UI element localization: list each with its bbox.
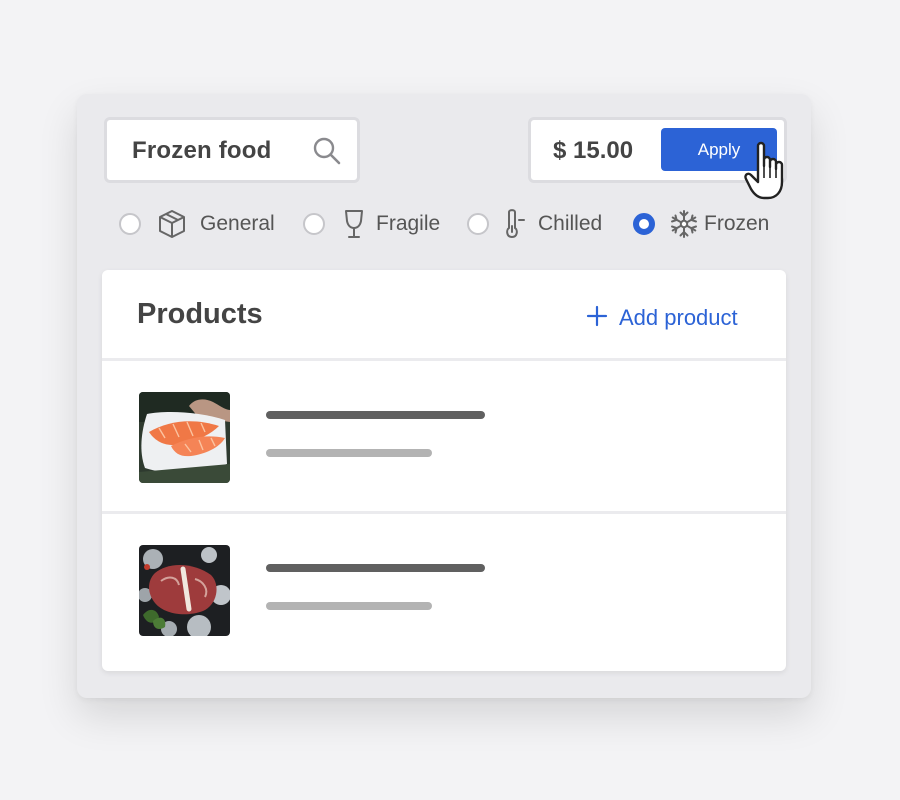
list-item[interactable] [102, 361, 786, 511]
radio-fragile[interactable] [303, 213, 325, 235]
category-radio-group: General Fragile Chilled Frozen [118, 205, 788, 243]
category-general[interactable]: General [118, 205, 278, 243]
product-name-placeholder [266, 564, 485, 572]
category-frozen[interactable]: Frozen [632, 205, 782, 243]
category-fragile[interactable]: Fragile [302, 205, 442, 243]
list-item[interactable] [102, 514, 786, 664]
wine-glass-icon [345, 210, 363, 238]
category-chilled[interactable]: Chilled [466, 205, 616, 243]
products-card: Products Add product [102, 270, 786, 671]
add-product-label: Add product [619, 305, 738, 330]
products-title: Products [137, 298, 263, 330]
radio-chilled[interactable] [467, 213, 489, 235]
category-label: Frozen [704, 212, 770, 235]
thermometer-icon [506, 209, 525, 238]
search-icon[interactable] [312, 136, 342, 166]
search-input-value: Frozen food [132, 137, 272, 164]
snowflake-icon [671, 210, 697, 238]
category-label: General [200, 212, 275, 235]
plus-icon [586, 305, 608, 327]
category-label: Chilled [538, 212, 603, 235]
product-name-placeholder [266, 411, 485, 419]
category-label: Fragile [376, 212, 441, 235]
search-input[interactable]: Frozen food [104, 117, 360, 183]
radio-general[interactable] [119, 213, 141, 235]
salmon-fillet-image [139, 392, 230, 483]
product-detail-placeholder [266, 602, 432, 610]
box-icon [159, 210, 185, 238]
radio-frozen-selected[interactable] [633, 213, 655, 235]
t-bone-steak-image [139, 545, 230, 636]
hand-cursor-icon [744, 141, 784, 200]
price-input[interactable]: $ 15.00 [553, 137, 633, 165]
product-detail-placeholder [266, 449, 432, 457]
